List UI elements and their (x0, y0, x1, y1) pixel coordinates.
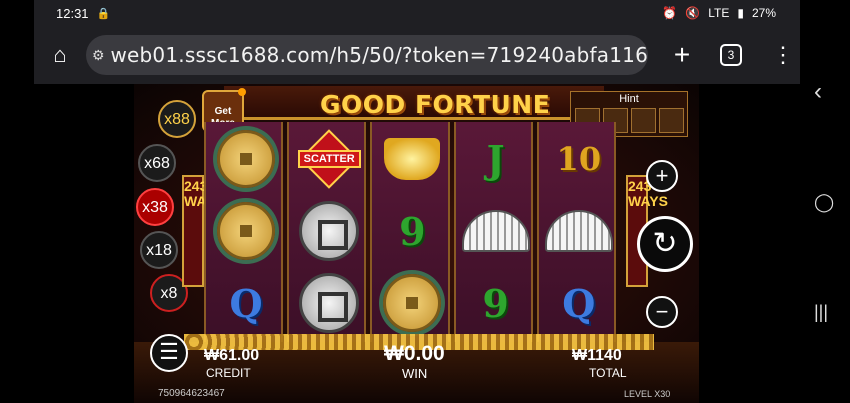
credit-value: ₩61.00 (204, 347, 260, 364)
reels: Q SCATTER 9 J 9 10 Q (204, 122, 617, 342)
multiplier-x38: x38 (136, 188, 174, 226)
reel-4: J 9 (453, 122, 533, 342)
multiplier-x18: x18 (140, 231, 178, 269)
signal-icon: ▮ (737, 6, 744, 20)
q-symbol: Q (562, 280, 596, 326)
network-label: LTE (708, 6, 730, 20)
fan-symbol (544, 198, 613, 264)
site-settings-icon[interactable]: ⚙ (86, 47, 110, 64)
address-bar[interactable]: ⚙ web01.sssc1688.com/h5/50/?token=719240… (86, 35, 648, 75)
spin-button[interactable]: ↻ (637, 216, 693, 272)
total-value: ₩1140 (572, 347, 622, 364)
menu-button[interactable]: ☰ (150, 334, 188, 372)
mute-icon: 🔇 (685, 6, 701, 20)
knot-symbol (295, 270, 363, 336)
lock-icon: 🔒 (96, 7, 111, 20)
slot-game: GOOD FORTUNE Get More Hint x88 x68 x38 x… (134, 84, 699, 403)
knot-symbol (295, 198, 363, 264)
status-bar: 12:31 🔒 ⏰ 🔇 LTE ▮ 27% (34, 0, 800, 26)
multiplier-x68: x68 (138, 144, 176, 182)
status-right: ⏰ 🔇 LTE ▮ 27% (662, 6, 776, 20)
j-symbol: J (486, 136, 505, 182)
reel-2: SCATTER (287, 122, 367, 342)
reel-3: 9 (370, 122, 450, 342)
overflow-menu-button[interactable]: ⋮ (772, 44, 794, 66)
knot-icon (659, 108, 684, 133)
coin-symbol (212, 126, 280, 192)
credit-label: CREDIT (206, 366, 251, 380)
status-time: 12:31 (56, 5, 89, 21)
coin-symbol (212, 198, 280, 264)
scatter-label: SCATTER (297, 150, 361, 168)
back-button[interactable]: ‹ (814, 78, 822, 106)
home-nav-button[interactable]: ◯ (814, 192, 834, 213)
round-id: 750964623467 (158, 388, 225, 399)
level-label: LEVEL (624, 389, 652, 399)
ten-symbol: 10 (556, 140, 602, 178)
url-text[interactable]: web01.sssc1688.com/h5/50/?token=719240ab… (110, 43, 648, 67)
reel-1: Q (204, 122, 284, 342)
home-button[interactable]: ⌂ (34, 42, 86, 68)
win-value: ₩0.00 (384, 342, 445, 365)
battery-percent: 27% (751, 6, 776, 20)
new-tab-button[interactable]: + (662, 39, 702, 71)
recents-button[interactable]: ||| (814, 302, 828, 323)
hint-label: Hint (619, 93, 639, 105)
bet-increase-button[interactable]: + (646, 160, 678, 192)
coin-symbol (378, 270, 446, 336)
ingot-symbol (378, 126, 446, 192)
level-indicator: LEVEL X30 (624, 389, 670, 399)
bet-decrease-button[interactable]: − (646, 296, 678, 328)
fan-icon (631, 108, 656, 133)
browser-toolbar: ⌂ ⚙ web01.sssc1688.com/h5/50/?token=7192… (34, 26, 800, 84)
reel-5: 10 Q (536, 122, 617, 342)
nine-symbol: 9 (399, 208, 426, 254)
alarm-icon: ⏰ (662, 6, 678, 20)
ways-badge-left: 243 WAYS (182, 175, 224, 287)
nine-symbol: 9 (482, 280, 509, 326)
scatter-symbol: SCATTER (295, 126, 363, 192)
multiplier-x88: x88 (158, 100, 196, 138)
total-label: TOTAL (589, 366, 627, 380)
win-label: WIN (402, 366, 428, 381)
fan-symbol (461, 198, 530, 264)
q-symbol: Q (229, 280, 263, 326)
game-title: GOOD FORTUNE (320, 90, 551, 119)
tab-switcher-button[interactable]: 3 (720, 44, 742, 66)
level-value: X30 (654, 389, 671, 399)
